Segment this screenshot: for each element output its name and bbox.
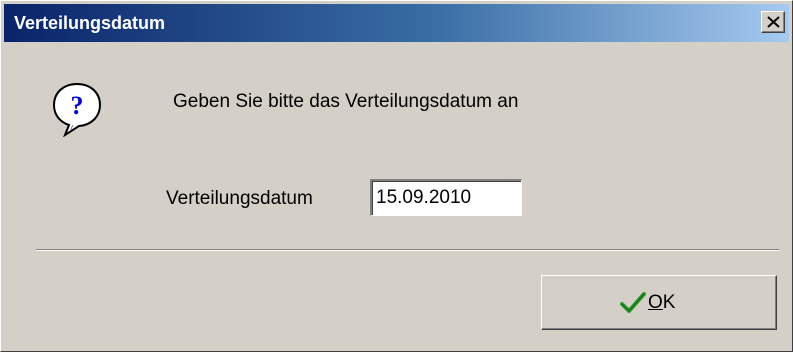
close-button[interactable]: [761, 11, 785, 33]
ok-button-label: OK: [648, 292, 675, 314]
dialog-window: Verteilungsdatum ? Geben Sie bitte das V…: [0, 0, 793, 352]
question-icon: ?: [52, 82, 102, 137]
svg-text:?: ?: [71, 91, 84, 120]
close-icon: [767, 16, 780, 28]
prompt-message: Geben Sie bitte das Verteilungsdatum an: [173, 91, 519, 112]
date-input[interactable]: [370, 179, 522, 216]
title-bar[interactable]: Verteilungsdatum: [4, 4, 789, 42]
ok-button[interactable]: OK: [541, 275, 777, 330]
divider: [36, 249, 779, 251]
date-field-label: Verteilungsdatum: [166, 188, 313, 209]
ok-mnemonic: O: [648, 292, 663, 313]
ok-label-rest: K: [662, 292, 676, 313]
window-title: Verteilungsdatum: [14, 13, 166, 33]
checkmark-icon: [620, 292, 646, 313]
